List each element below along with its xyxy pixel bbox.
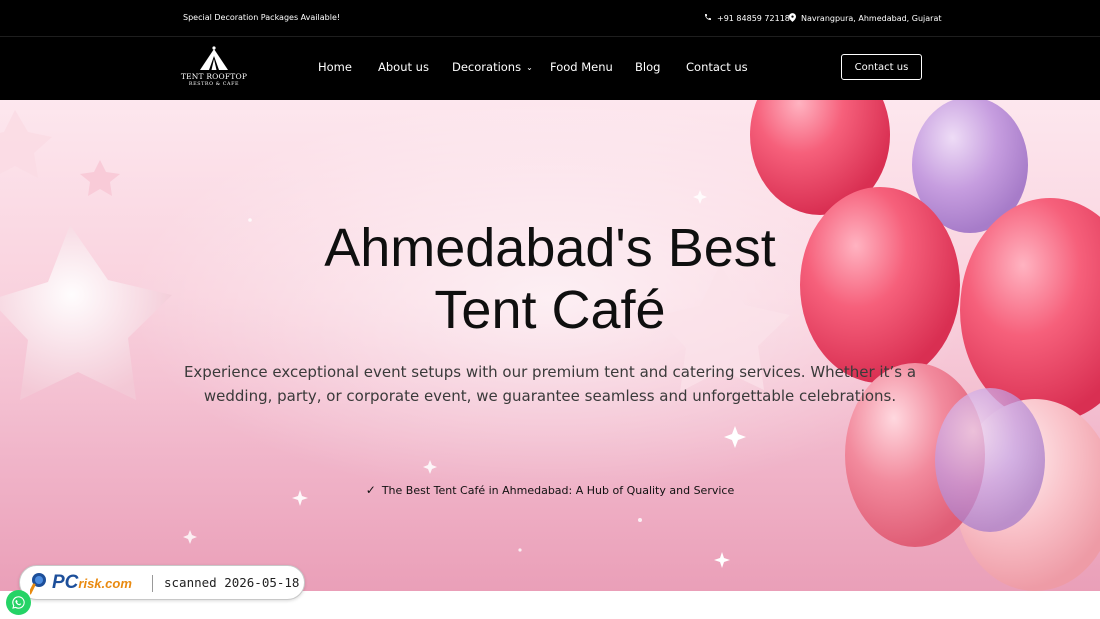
nav-home[interactable]: Home [318, 60, 352, 74]
scan-date-text: scanned 2026-05-18 [164, 575, 300, 590]
hero-feature-text: The Best Tent Café in Ahmedabad: A Hub o… [381, 484, 735, 497]
logo-subtitle: RESTRO & CAFE [188, 82, 240, 87]
nav-decorations-label: Decorations [452, 60, 522, 74]
hero-section: Ahmedabad's Best Tent Café Experience ex… [0, 100, 1100, 591]
nav-contact-us[interactable]: Contact us [686, 60, 748, 74]
contact-us-button[interactable]: Contact us [841, 54, 922, 80]
promo-text: Special Decoration Packages Available! [183, 13, 341, 22]
hero-title-line2: Tent Café [434, 280, 666, 340]
logo-title: TENT ROOFTOP [180, 72, 248, 81]
address-text: Navrangpura, Ahmedabad, Gujarat [801, 14, 942, 23]
hero-title: Ahmedabad's Best Tent Café [0, 217, 1100, 341]
pcrisk-scan-badge: PCrisk.com scanned 2026-05-18 [19, 565, 305, 600]
hero-description: Experience exceptional event setups with… [183, 363, 917, 405]
phone-icon [704, 13, 712, 23]
site-logo[interactable]: TENT ROOFTOP RESTRO & CAFE [178, 45, 250, 91]
pcrisk-brand: PCrisk.com [52, 572, 132, 594]
checkmark-icon: ✓ [365, 483, 376, 497]
pcrisk-brand-main: PC [52, 572, 79, 593]
whatsapp-icon [12, 596, 25, 609]
hero-background-art [0, 100, 1100, 591]
main-navbar: TENT ROOFTOP RESTRO & CAFE Home About us… [0, 37, 1100, 100]
location-pin-icon [789, 13, 796, 24]
address-info: Navrangpura, Ahmedabad, Gujarat [789, 13, 942, 24]
tent-logo-icon [200, 46, 228, 70]
chevron-down-icon: ⌄ [526, 63, 533, 72]
phone-number: +91 84859 72118 [717, 13, 790, 23]
nav-decorations[interactable]: Decorations ⌄ [452, 60, 533, 74]
nav-about-us[interactable]: About us [378, 60, 429, 74]
badge-divider [152, 575, 153, 592]
pcrisk-brand-sub: risk.com [78, 576, 132, 591]
hero-feature: ✓ The Best Tent Café in Ahmedabad: A Hub … [0, 483, 1100, 497]
top-info-bar: Special Decoration Packages Available! +… [0, 0, 1100, 37]
whatsapp-button[interactable] [6, 590, 31, 615]
nav-blog[interactable]: Blog [635, 60, 660, 74]
hero-title-line1: Ahmedabad's Best [324, 218, 776, 278]
phone-contact[interactable]: +91 84859 72118 [704, 13, 790, 23]
nav-food-menu[interactable]: Food Menu [550, 60, 613, 74]
magnifier-icon [30, 573, 46, 595]
